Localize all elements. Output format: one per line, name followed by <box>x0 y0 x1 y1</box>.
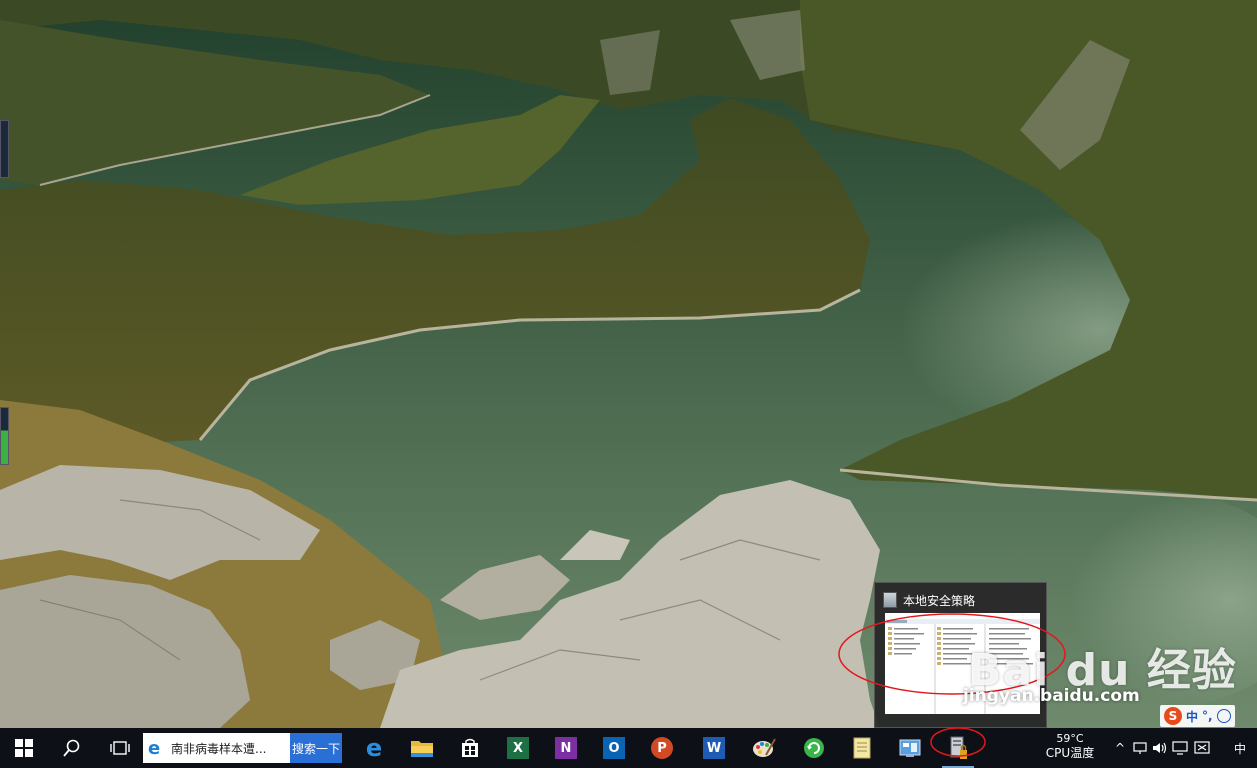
ime-status-bar[interactable]: S 中 °, <box>1160 705 1235 727</box>
taskbar-highlight <box>930 728 986 757</box>
monitor-icon <box>1172 741 1188 755</box>
ime-mode-label[interactable]: 中 <box>1186 708 1198 725</box>
tray-show-hidden-icons[interactable]: ^ <box>1111 728 1129 768</box>
cpu-temp-value: 59°C <box>1056 732 1084 745</box>
tray-action-center[interactable] <box>1193 728 1211 768</box>
sogou-ime-icon: S <box>1164 707 1182 725</box>
action-center-icon <box>1194 741 1210 754</box>
chevron-up-icon: ^ <box>1114 741 1126 755</box>
baidu-jingyan-watermark: Bai du 经验 jingyan.baidu.com <box>963 634 1237 706</box>
highlight-annotations <box>838 613 1066 695</box>
highlight-circle-taskbar-icon <box>930 728 986 757</box>
tray-volume[interactable] <box>1151 728 1169 768</box>
volume-icon <box>1153 742 1167 754</box>
tray-network-wired[interactable] <box>1131 728 1149 768</box>
ime-user-icon[interactable] <box>1216 709 1231 723</box>
watermark-url: jingyan.baidu.com <box>963 686 1140 706</box>
ime-punctuation-label[interactable]: °, <box>1202 709 1213 723</box>
ime-indicator-label: 中 <box>1233 741 1246 756</box>
cpu-temperature-widget[interactable]: 59°C CPU温度 <box>1044 731 1096 761</box>
cpu-temp-label: CPU温度 <box>1045 746 1095 760</box>
taskbar: e 南非病毒样本遭... 搜索一下 e X N O P W 59°C CPU温度… <box>0 728 1257 768</box>
desktop[interactable]: 本地安全策略 Bai du 经验 jingyan.baidu.com S 中 °… <box>0 0 1257 728</box>
tray-display[interactable] <box>1171 728 1189 768</box>
network-icon <box>1133 742 1147 754</box>
tray-ime-indicator[interactable]: 中 <box>1230 728 1250 768</box>
